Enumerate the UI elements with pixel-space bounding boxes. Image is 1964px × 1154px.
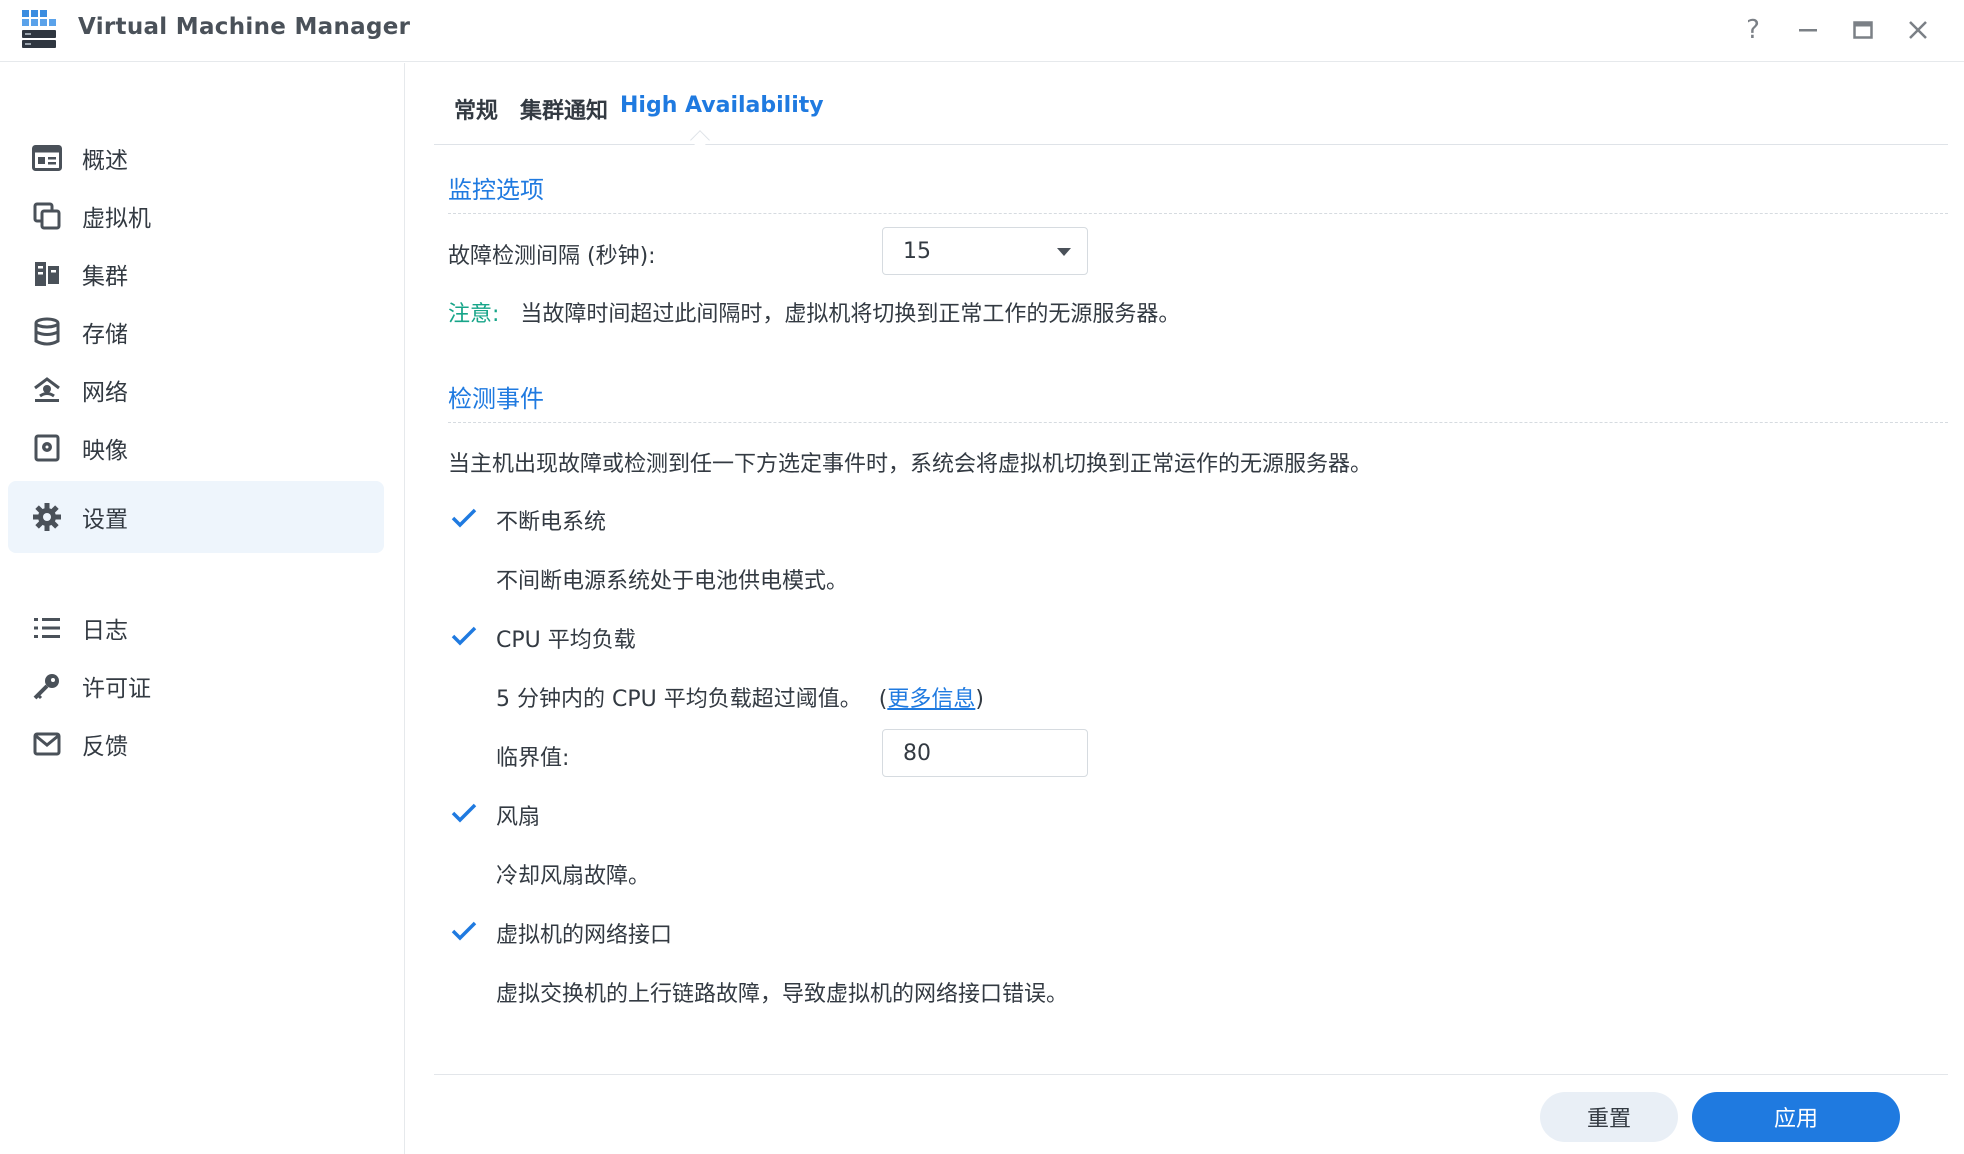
cluster-icon bbox=[30, 257, 64, 291]
vm-network-description: 虚拟交换机的上行链路故障，导致虚拟机的网络接口错误。 bbox=[496, 982, 1069, 1007]
paren-close: ) bbox=[975, 687, 984, 712]
tab-cluster-notification[interactable]: 集群通知 bbox=[520, 93, 608, 125]
ups-checkbox[interactable] bbox=[449, 503, 479, 533]
image-icon bbox=[30, 431, 64, 465]
sidebar-item-label: 日志 bbox=[82, 618, 128, 644]
close-button[interactable] bbox=[1898, 10, 1938, 50]
checkmark-icon bbox=[451, 626, 477, 646]
help-button[interactable]: ? bbox=[1733, 10, 1773, 50]
tab-general[interactable]: 常规 bbox=[454, 93, 498, 125]
mail-icon bbox=[30, 727, 64, 761]
fan-description: 冷却风扇故障。 bbox=[496, 864, 651, 889]
sidebar: 概述 虚拟机 集群 存储 网络 映像 保护 bbox=[0, 63, 405, 1154]
maximize-button[interactable] bbox=[1843, 10, 1883, 50]
sidebar-item-label: 许可证 bbox=[82, 676, 151, 702]
sidebar-item-label: 设置 bbox=[82, 507, 128, 533]
sidebar-item-label: 集群 bbox=[82, 264, 128, 290]
key-icon bbox=[30, 669, 64, 703]
section-title-monitor: 监控选项 bbox=[448, 170, 1948, 214]
section-title-detection: 检测事件 bbox=[448, 379, 1948, 423]
threshold-input[interactable] bbox=[882, 729, 1088, 777]
sidebar-item-label: 存储 bbox=[82, 322, 128, 348]
cpu-load-description-row: 5 分钟内的 CPU 平均负载超过阈值。 (更多信息) bbox=[496, 681, 984, 713]
fan-label[interactable]: 风扇 bbox=[496, 799, 540, 831]
maximize-icon bbox=[1853, 21, 1873, 39]
sidebar-item-label: 概述 bbox=[82, 148, 128, 174]
minimize-button[interactable] bbox=[1788, 10, 1828, 50]
sidebar-item-label: 反馈 bbox=[82, 734, 128, 760]
storage-icon bbox=[30, 315, 64, 349]
failure-interval-select[interactable]: 15 bbox=[882, 227, 1088, 275]
log-list-icon bbox=[30, 611, 64, 645]
threshold-label: 临界值: bbox=[496, 746, 570, 771]
tab-high-availability[interactable]: High Availability bbox=[620, 93, 824, 118]
minimize-icon bbox=[1799, 29, 1817, 32]
sidebar-item-label: 虚拟机 bbox=[82, 206, 151, 232]
failure-interval-value: 15 bbox=[903, 238, 931, 264]
window-title: Virtual Machine Manager bbox=[78, 14, 411, 40]
note-row: 注意: 当故障时间超过此间隔时，虚拟机将切换到正常工作的无源服务器。 bbox=[448, 296, 1180, 328]
sidebar-item-label: 映像 bbox=[82, 438, 128, 464]
note-label: 注意: bbox=[448, 302, 500, 327]
checkmark-icon bbox=[451, 508, 477, 528]
cpu-load-checkbox[interactable] bbox=[449, 621, 479, 651]
overview-icon bbox=[30, 141, 64, 175]
vm-network-checkbox[interactable] bbox=[449, 916, 479, 946]
cpu-load-description: 5 分钟内的 CPU 平均负载超过阈值。 bbox=[496, 687, 862, 712]
ups-description: 不间断电源系统处于电池供电模式。 bbox=[496, 569, 849, 594]
sidebar-item-feedback[interactable]: 反馈 bbox=[8, 708, 384, 780]
close-icon bbox=[1909, 21, 1927, 39]
chevron-down-icon bbox=[1057, 248, 1071, 256]
checkmark-icon bbox=[451, 803, 477, 823]
vm-network-label[interactable]: 虚拟机的网络接口 bbox=[496, 917, 672, 949]
settings-panel: 常规 集群通知 High Availability 监控选项 故障检测间隔 (秒… bbox=[406, 63, 1964, 1154]
reset-button[interactable]: 重置 bbox=[1540, 1092, 1678, 1142]
title-bar: Virtual Machine Manager ? bbox=[0, 0, 1964, 62]
fan-checkbox[interactable] bbox=[449, 798, 479, 828]
vmm-app-icon bbox=[20, 8, 58, 50]
more-info-link[interactable]: 更多信息 bbox=[887, 687, 975, 712]
cpu-load-label[interactable]: CPU 平均负载 bbox=[496, 622, 636, 654]
sidebar-item-label: 网络 bbox=[82, 380, 128, 406]
ups-label[interactable]: 不断电系统 bbox=[496, 504, 606, 536]
checkmark-icon bbox=[451, 921, 477, 941]
note-text: 当故障时间超过此间隔时，虚拟机将切换到正常工作的无源服务器。 bbox=[520, 302, 1181, 327]
active-tab-indicator bbox=[690, 130, 710, 150]
apply-button[interactable]: 应用 bbox=[1692, 1092, 1900, 1142]
gear-icon bbox=[30, 500, 64, 534]
network-icon bbox=[30, 373, 64, 407]
failure-interval-label: 故障检测间隔 (秒钟): bbox=[448, 244, 656, 269]
sidebar-item-settings[interactable]: 设置 bbox=[8, 481, 384, 553]
detection-intro: 当主机出现故障或检测到任一下方选定事件时，系统会将虚拟机切换到正常运作的无源服务… bbox=[448, 452, 1373, 477]
footer-divider bbox=[434, 1074, 1948, 1075]
tab-bar: 常规 集群通知 High Availability bbox=[434, 63, 1948, 150]
virtual-machine-icon bbox=[30, 199, 64, 233]
